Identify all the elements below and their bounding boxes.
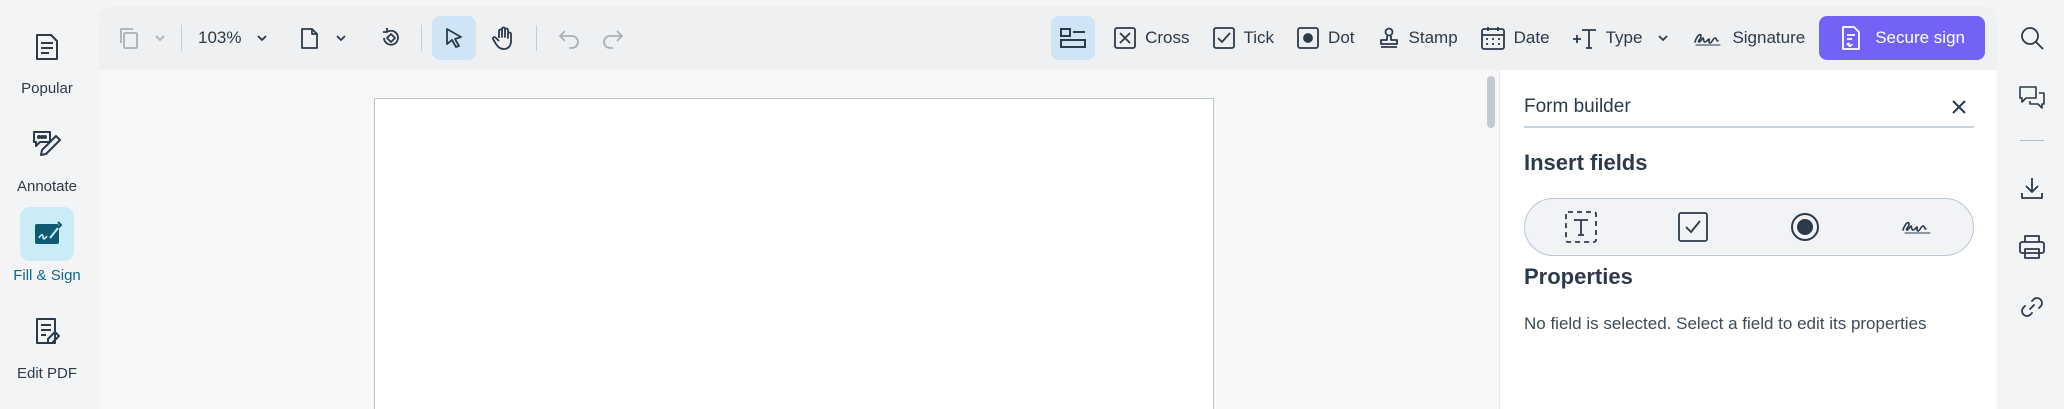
document-page[interactable] — [374, 98, 1214, 409]
stamp-tool-button[interactable]: Stamp — [1373, 16, 1462, 60]
tick-tool-button[interactable]: Tick — [1208, 16, 1279, 60]
rail-label-popular: Popular — [21, 80, 73, 97]
print-button[interactable] — [2012, 227, 2052, 267]
signature-tool-button[interactable]: Signature — [1688, 16, 1809, 60]
rail-item-fill-sign[interactable]: Fill & Sign — [0, 207, 94, 284]
rail-item-edit-pdf[interactable]: Edit PDF — [0, 305, 94, 382]
printer-icon — [2019, 235, 2045, 259]
form-builder-toggle-button[interactable] — [1051, 16, 1096, 60]
rail-item-popular[interactable]: Popular — [0, 20, 94, 97]
properties-empty-message: No field is selected. Select a field to … — [1524, 314, 1927, 333]
rotate-icon — [383, 28, 400, 46]
toolbar-divider — [536, 25, 538, 51]
right-rail — [2000, 0, 2064, 409]
fill-sign-icon — [20, 207, 74, 261]
annotate-icon — [20, 118, 74, 172]
stamp-tool-label: Stamp — [1408, 28, 1458, 47]
insert-fields-bar — [1524, 198, 1974, 256]
rail-label-annotate: Annotate — [16, 178, 78, 195]
copy-link-button[interactable] — [2012, 287, 2052, 327]
signature-icon — [1902, 221, 1931, 234]
close-panel-button[interactable] — [1944, 92, 1974, 122]
chevron-down-icon — [257, 35, 268, 42]
radio-button-icon — [1791, 213, 1819, 241]
copy-icon — [120, 28, 138, 49]
secure-document-icon — [1842, 26, 1861, 50]
popular-icon — [20, 20, 74, 74]
stamp-icon — [1379, 27, 1398, 48]
left-rail: Popular Annotate Fill & Sign Edit PDF — [0, 0, 98, 409]
chevron-down-icon — [336, 35, 347, 42]
toolbar-divider — [181, 25, 182, 51]
secure-sign-label: Secure sign — [1875, 28, 1965, 47]
panel-header: Form builder — [1524, 88, 1974, 128]
download-icon — [2021, 178, 2043, 199]
tick-tool-label: Tick — [1243, 28, 1275, 47]
search-button[interactable] — [2012, 18, 2052, 58]
zoom-value: 103% — [198, 28, 242, 47]
chevron-down-icon — [1658, 35, 1669, 42]
date-tool-button[interactable]: Date — [1476, 16, 1554, 60]
panel-title: Form builder — [1524, 96, 1631, 117]
document-viewer: Form builder Insert fields Properties No… — [99, 70, 1997, 409]
insert-fields-heading: Insert fields — [1524, 150, 1648, 175]
page-icon — [301, 28, 319, 49]
calendar-icon — [1480, 27, 1505, 50]
cross-tool-label: Cross — [1145, 28, 1190, 47]
redo-icon — [603, 30, 624, 49]
text-field-icon — [1565, 211, 1597, 243]
undo-button[interactable] — [547, 16, 591, 60]
rail-label-edit-pdf: Edit PDF — [16, 365, 77, 382]
cursor-arrow-icon — [446, 28, 463, 48]
hand-icon — [492, 26, 513, 50]
secure-sign-button[interactable]: Secure sign — [1819, 16, 1985, 60]
insert-signature-field-button[interactable] — [1897, 207, 1937, 247]
viewer-scrollbar[interactable] — [1487, 76, 1495, 128]
copy-page-dropdown[interactable] — [149, 16, 171, 60]
right-rail-divider — [2020, 140, 2044, 141]
toolbar: 103% Cross Tick Dot Stamp Date Type Sign… — [99, 6, 1997, 70]
dot-tool-button[interactable]: Dot — [1292, 16, 1358, 60]
zoom-select[interactable]: 103% — [192, 16, 275, 60]
insert-radio-field-button[interactable] — [1785, 207, 1825, 247]
close-icon — [1952, 100, 1966, 114]
checkbox-icon — [1678, 212, 1708, 242]
page-view-button[interactable] — [289, 16, 329, 60]
copy-page-button[interactable] — [109, 16, 149, 60]
insert-text-field-button[interactable] — [1561, 207, 1601, 247]
app: Popular Annotate Fill & Sign Edit PDF 10… — [0, 0, 2064, 409]
date-tool-label: Date — [1513, 28, 1550, 47]
rail-item-annotate[interactable]: Annotate — [0, 118, 94, 195]
link-icon — [2021, 297, 2043, 317]
tick-box-icon — [1212, 27, 1235, 49]
rail-label-fill-sign: Fill & Sign — [13, 267, 81, 284]
comments-icon — [2019, 86, 2045, 109]
main-frame: 103% Cross Tick Dot Stamp Date Type Sign… — [99, 6, 1997, 409]
pan-tool-button[interactable] — [482, 16, 526, 60]
chevron-down-icon — [155, 35, 165, 42]
cross-tool-button[interactable]: Cross — [1109, 16, 1193, 60]
signature-icon — [1694, 33, 1721, 46]
type-tool-label: Type — [1605, 28, 1643, 47]
form-layout-icon — [1060, 28, 1087, 48]
page-view-dropdown[interactable] — [329, 16, 353, 60]
cross-box-icon — [1114, 27, 1137, 49]
dot-box-icon — [1297, 27, 1319, 49]
dot-tool-label: Dot — [1328, 28, 1355, 47]
comments-button[interactable] — [2012, 78, 2052, 118]
download-button[interactable] — [2012, 168, 2052, 208]
toolbar-divider — [421, 25, 423, 51]
insert-checkbox-field-button[interactable] — [1673, 207, 1713, 247]
properties-heading: Properties — [1524, 264, 1633, 289]
form-builder-panel: Form builder Insert fields Properties No… — [1499, 70, 1997, 409]
select-tool-button[interactable] — [432, 16, 477, 60]
edit-pdf-icon — [20, 305, 74, 359]
undo-icon — [559, 30, 580, 49]
search-icon — [2021, 27, 2044, 50]
type-tool-button[interactable]: Type — [1568, 16, 1675, 60]
signature-tool-label: Signature — [1732, 28, 1806, 47]
text-type-icon — [1572, 29, 1596, 49]
rotate-button[interactable] — [371, 16, 411, 60]
redo-button[interactable] — [591, 16, 635, 60]
